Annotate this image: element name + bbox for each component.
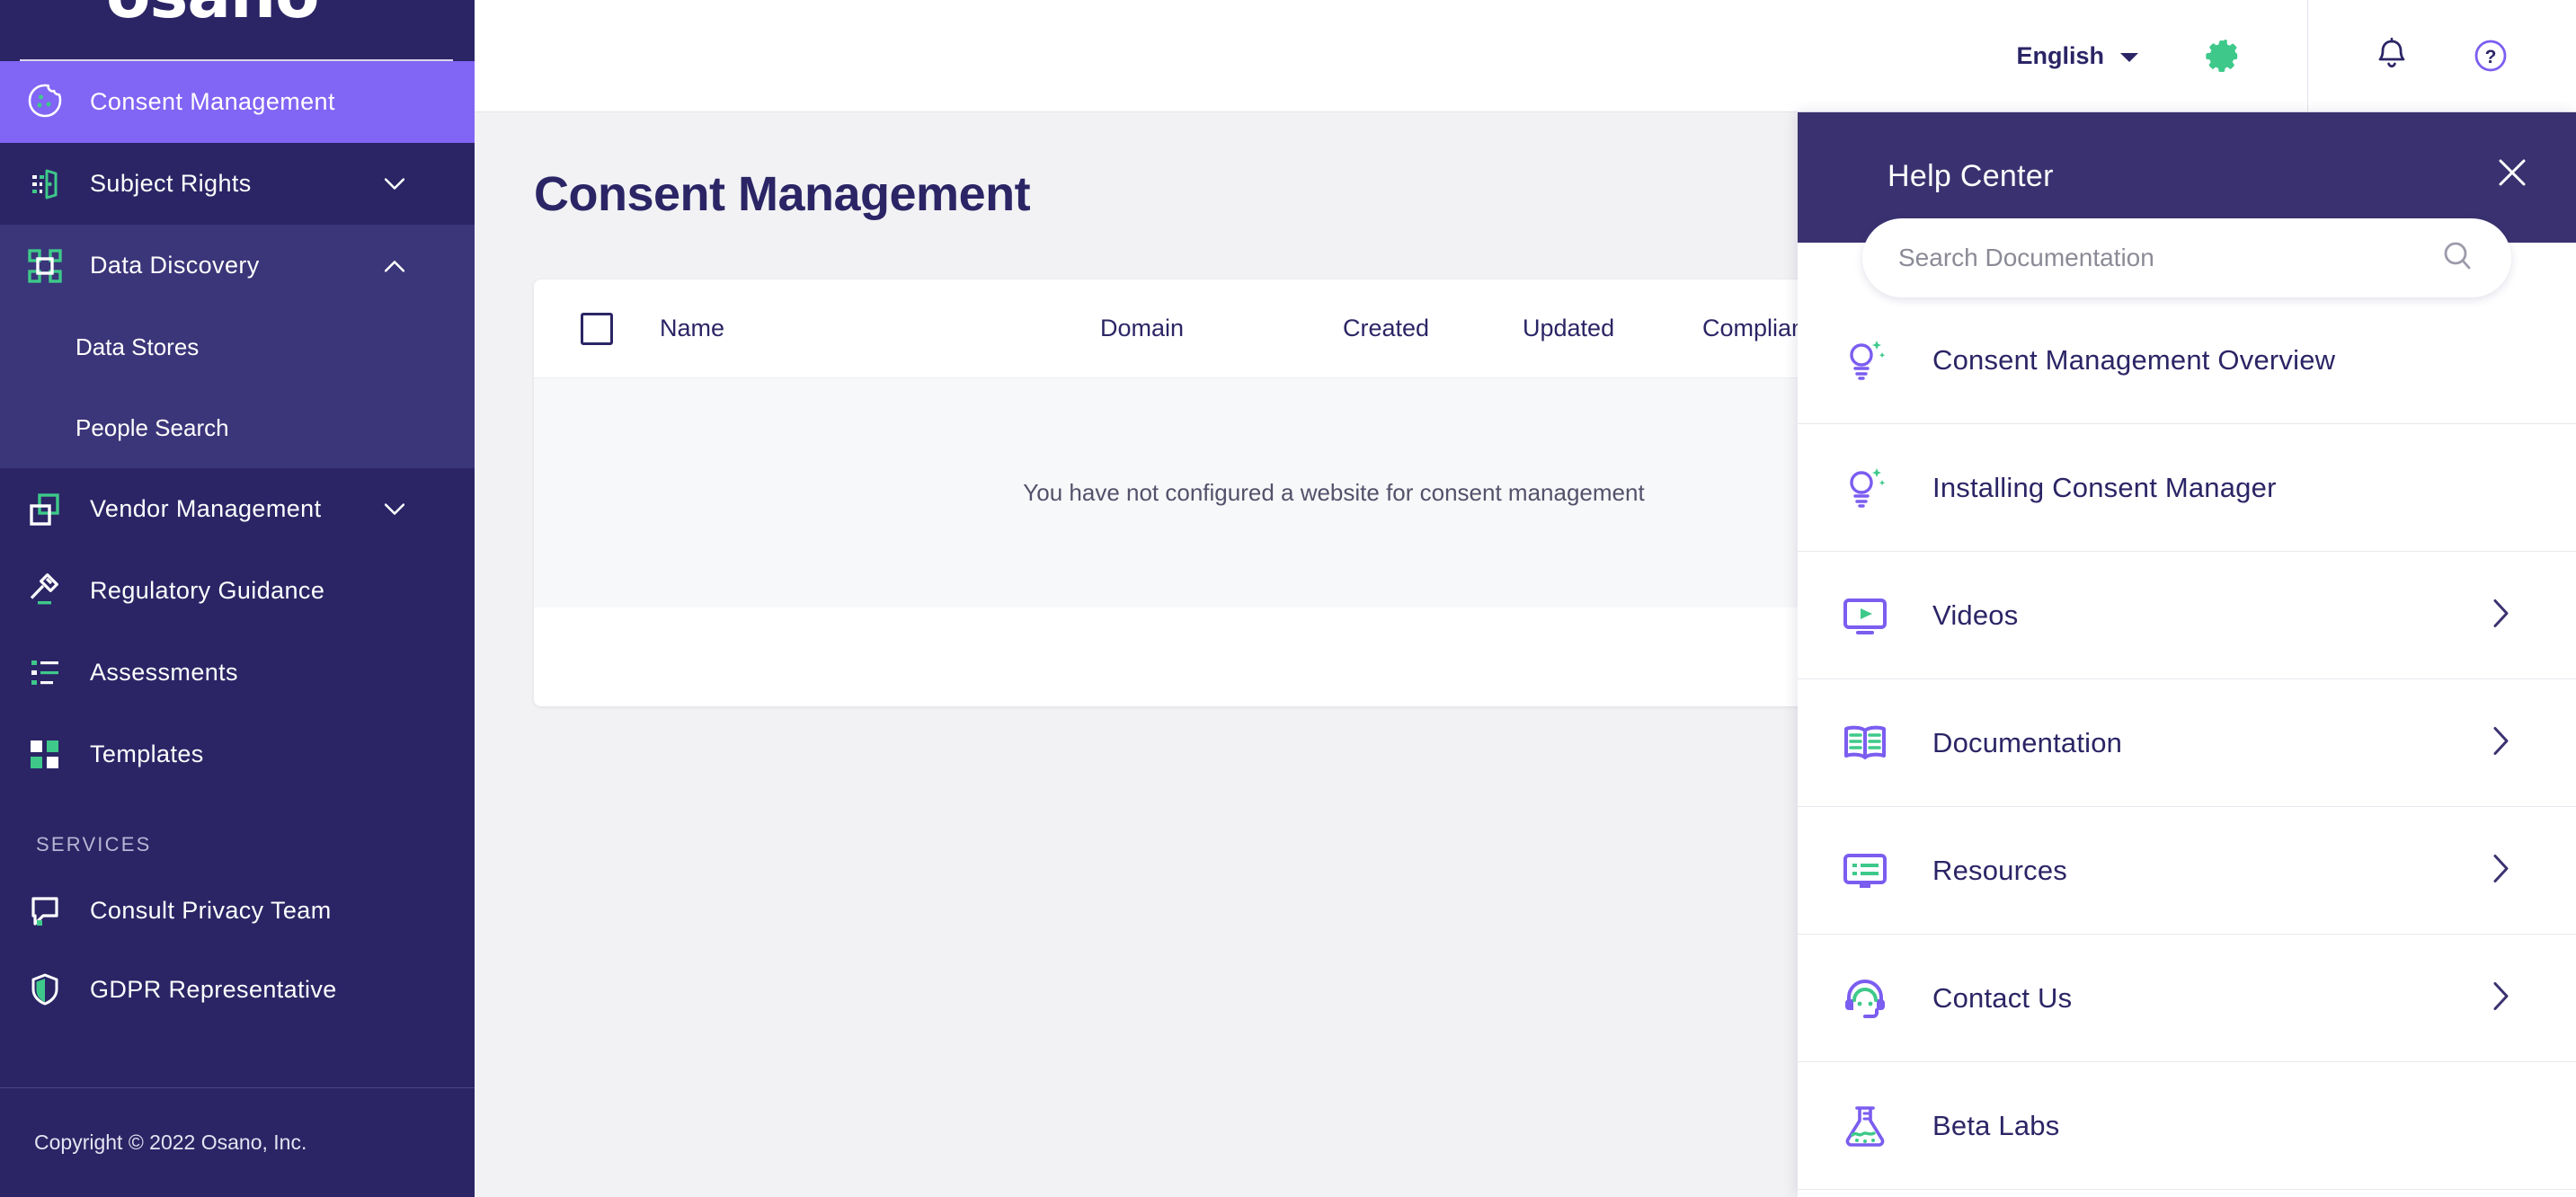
sidebar-nav: Consent Management Subject Rights Data D… (0, 61, 475, 1087)
svg-text:?: ? (2485, 47, 2497, 67)
gavel-icon (0, 572, 90, 611)
help-item-label: Videos (1932, 598, 2019, 631)
headset-support-icon (1798, 973, 1932, 1024)
help-center-panel: Help Center Search Documentation Consent… (1798, 112, 2576, 1197)
topbar-divider (2307, 0, 2308, 112)
sidebar-item-label: Data Discovery (90, 252, 260, 279)
sidebar-item-regulatory-guidance[interactable]: Regulatory Guidance (0, 550, 475, 632)
gear-icon[interactable] (2205, 36, 2244, 75)
chevron-down-icon[interactable] (384, 502, 405, 515)
column-header-domain[interactable]: Domain (1100, 315, 1343, 342)
sidebar-item-consult-privacy-team[interactable]: Consult Privacy Team (0, 871, 475, 950)
sidebar-item-assessments[interactable]: Assessments (0, 632, 475, 714)
help-center-header: Help Center (1798, 112, 2576, 297)
door-exit-icon (0, 164, 90, 204)
lightbulb-icon (1798, 335, 1932, 386)
sidebar-item-label: GDPR Representative (90, 975, 337, 1003)
sidebar-item-data-discovery[interactable]: Data Discovery (0, 225, 475, 306)
help-item-contact-us[interactable]: Contact Us (1798, 935, 2576, 1062)
sidebar-item-subject-rights[interactable]: Subject Rights (0, 143, 475, 225)
help-item-label: Resources (1932, 854, 2067, 886)
close-icon[interactable] (2492, 152, 2533, 193)
chevron-right-icon (2493, 854, 2509, 887)
help-center-list: Consent Management Overview Installing C… (1798, 243, 2576, 1197)
sidebar-subitem-label: People Search (76, 413, 229, 441)
chevron-right-icon (2493, 981, 2509, 1015)
copyright: Copyright © 2022 Osano, Inc. (0, 1087, 475, 1197)
help-center-title: Help Center (1888, 159, 2054, 193)
sidebar-item-label: Subject Rights (90, 170, 252, 197)
search-input[interactable] (1898, 244, 2439, 272)
help-search[interactable] (1862, 218, 2511, 297)
flask-icon (1798, 1101, 1932, 1151)
chevron-right-icon (2493, 726, 2509, 759)
top-bar: English ? (475, 0, 2576, 112)
chevron-down-icon (2119, 42, 2140, 70)
help-item-videos[interactable]: Videos (1798, 552, 2576, 679)
scan-frame-icon (0, 246, 90, 286)
speech-bubble-icon (0, 891, 90, 930)
chevron-right-icon (2493, 598, 2509, 632)
help-item-label: Documentation (1932, 726, 2123, 758)
language-selector[interactable]: English (2016, 42, 2140, 70)
sidebar-item-consent-management[interactable]: Consent Management (0, 61, 475, 143)
sidebar-item-label: Assessments (90, 659, 238, 686)
sidebar-item-gdpr-representative[interactable]: GDPR Representative (0, 950, 475, 1029)
help-item-documentation[interactable]: Documentation (1798, 679, 2576, 807)
column-header-created[interactable]: Created (1343, 315, 1523, 342)
help-item-resources[interactable]: Resources (1798, 807, 2576, 935)
open-book-icon (1798, 718, 1932, 768)
sidebar-item-people-search[interactable]: People Search (0, 387, 475, 468)
monitor-list-icon (1798, 846, 1932, 896)
sidebar-item-label: Regulatory Guidance (90, 577, 325, 604)
language-label: English (2016, 41, 2104, 69)
select-all-checkbox[interactable] (581, 312, 613, 345)
help-item-label: Consent Management Overview (1932, 343, 2336, 376)
sidebar-submenu-data-discovery: Data Stores People Search (0, 306, 475, 468)
help-item-installing-consent-manager[interactable]: Installing Consent Manager (1798, 424, 2576, 552)
chevron-down-icon[interactable] (384, 177, 405, 190)
video-play-icon (1798, 590, 1932, 641)
help-item-label: Beta Labs (1932, 1109, 2060, 1141)
bell-icon[interactable] (2373, 36, 2411, 75)
help-item-label: Installing Consent Manager (1932, 471, 2277, 503)
checklist-icon (0, 653, 90, 693)
sidebar-item-label: Templates (90, 740, 204, 767)
sidebar-item-data-stores[interactable]: Data Stores (0, 306, 475, 387)
select-all-cell (534, 312, 660, 345)
logo[interactable]: osano (20, 0, 453, 61)
grid-squares-icon (0, 735, 90, 775)
help-item-consent-management-overview[interactable]: Consent Management Overview (1798, 297, 2576, 424)
chevron-up-icon[interactable] (384, 260, 405, 272)
lightbulb-icon (1798, 463, 1932, 513)
sidebar-item-vendor-management[interactable]: Vendor Management (0, 468, 475, 550)
sidebar: osano Consent Management (0, 0, 475, 1197)
sidebar-item-templates[interactable]: Templates (0, 714, 475, 795)
services-heading: SERVICES (36, 833, 152, 856)
sidebar-item-label: Consent Management (90, 88, 335, 115)
sidebar-item-label: Vendor Management (90, 495, 322, 522)
help-circle-icon[interactable]: ? (2470, 35, 2511, 76)
sidebar-subitem-label: Data Stores (76, 332, 200, 360)
cookie-icon (0, 82, 90, 123)
help-item-label: Contact Us (1932, 981, 2073, 1014)
column-header-updated[interactable]: Updated (1523, 315, 1702, 342)
sidebar-item-label: Consult Privacy Team (90, 896, 332, 924)
logo-text: osano (106, 0, 320, 32)
shield-icon (0, 970, 90, 1009)
help-item-beta-labs[interactable]: Beta Labs (1798, 1062, 2576, 1190)
column-header-name[interactable]: Name (660, 315, 1100, 342)
overlapping-squares-icon (0, 490, 90, 529)
search-icon[interactable] (2439, 238, 2475, 279)
